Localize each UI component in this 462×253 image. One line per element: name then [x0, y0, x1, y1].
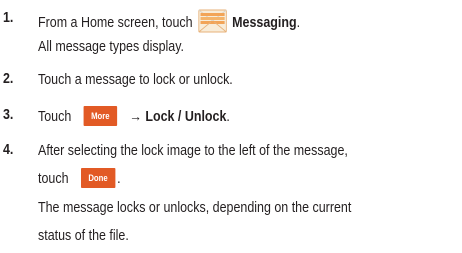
step-4-line-3: The message locks or unlocks, depending … — [38, 200, 352, 216]
step-text: Touch — [38, 108, 72, 125]
lock-unlock-label: → Lock / Unlock — [129, 108, 227, 125]
messaging-envelope-icon — [198, 8, 227, 34]
step-number: 3. — [3, 107, 14, 123]
step-2-line-1: Touch a message to lock or unlock. — [38, 72, 233, 88]
step-number: 4. — [3, 142, 14, 158]
more-button[interactable]: More — [83, 106, 118, 126]
step-text: From a Home screen, touch — [38, 14, 193, 31]
step-3-line-1: Touch More → Lock / Unlock. — [38, 106, 230, 127]
step-text: . — [117, 170, 121, 187]
done-button[interactable]: Done — [80, 168, 116, 188]
step-text: touch — [38, 170, 69, 187]
step-1-line-1: From a Home screen, touch Messaging. — [38, 8, 301, 36]
step-1-line-2: All message types display. — [38, 39, 185, 55]
step-text: . — [296, 14, 301, 31]
step-4-line-1: After selecting the lock image to the le… — [38, 143, 348, 159]
step-number: 2. — [3, 71, 14, 87]
step-text: . — [226, 108, 230, 125]
messaging-label: Messaging — [232, 14, 297, 31]
step-number: 1. — [3, 10, 14, 26]
step-4-line-4: status of the file. — [38, 228, 129, 244]
step-4-line-2: touch Done. — [38, 168, 121, 189]
